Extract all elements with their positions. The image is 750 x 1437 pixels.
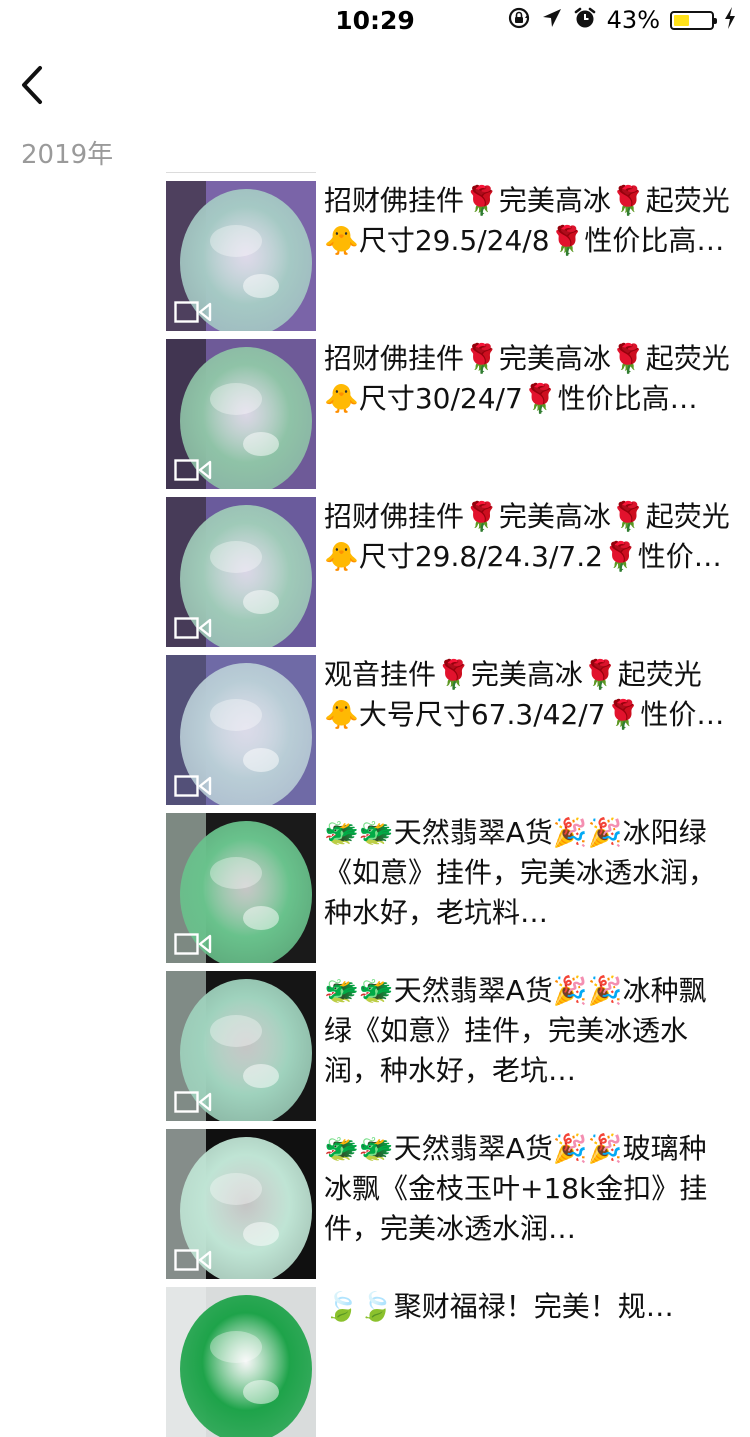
post-caption: 🐲🐲天然翡翠A货🎉🎉冰阳绿《如意》挂件，完美冰透水润，种水好，老坑料… bbox=[324, 816, 717, 929]
post-item[interactable]: 🍃🍃聚财福禄！完美！规… bbox=[166, 1287, 750, 1437]
chevron-left-icon bbox=[22, 66, 42, 104]
post-caption: 招财佛挂件🌹完美高冰🌹起荧光🐥尺寸29.8/24.3/7.2🌹性价… bbox=[324, 500, 730, 573]
post-caption: 🐲🐲天然翡翠A货🎉🎉冰种飘绿《如意》挂件，完美冰透水润，种水好，老坑… bbox=[324, 974, 707, 1087]
post-item[interactable]: 招财佛挂件🌹完美高冰🌹起荧光🐥尺寸29.5/24/8🌹性价比高… bbox=[166, 181, 750, 331]
charging-bolt-icon bbox=[724, 7, 736, 33]
battery-icon bbox=[670, 10, 717, 30]
post-thumbnail[interactable] bbox=[166, 971, 316, 1121]
post-caption: 观音挂件🌹完美高冰🌹起荧光🐥大号尺寸67.3/42/7🌹性价… bbox=[324, 658, 725, 731]
video-icon bbox=[174, 617, 212, 639]
video-icon bbox=[174, 1249, 212, 1271]
post-item[interactable]: 招财佛挂件🌹完美高冰🌹起荧光🐥尺寸30/24/7🌹性价比高… bbox=[166, 339, 750, 489]
status-indicators: 43% bbox=[507, 6, 736, 34]
post-item[interactable]: 观音挂件🌹完美高冰🌹起荧光🐥大号尺寸67.3/42/7🌹性价… bbox=[166, 655, 750, 805]
post-item[interactable]: 🐲🐲天然翡翠A货🎉🎉冰种飘绿《如意》挂件，完美冰透水润，种水好，老坑… bbox=[166, 971, 750, 1121]
post-caption: 🍃🍃聚财福禄！完美！规… bbox=[324, 1290, 674, 1323]
post-caption: 🐲🐲天然翡翠A货🎉🎉玻璃种冰飘《金枝玉叶+18k金扣》挂件，完美冰透水润… bbox=[324, 1132, 708, 1245]
location-arrow-icon bbox=[541, 7, 563, 33]
post-thumbnail[interactable] bbox=[166, 497, 316, 647]
battery-level-fill bbox=[674, 14, 689, 26]
post-thumbnail[interactable] bbox=[166, 181, 316, 331]
back-button[interactable] bbox=[16, 62, 56, 108]
status-bar: 10:29 43% bbox=[0, 0, 750, 40]
video-icon bbox=[174, 301, 212, 323]
post-thumbnail[interactable] bbox=[166, 655, 316, 805]
year-label: 2019年 bbox=[21, 140, 114, 170]
video-icon bbox=[174, 933, 212, 955]
post-thumbnail[interactable] bbox=[166, 339, 316, 489]
post-caption: 招财佛挂件🌹完美高冰🌹起荧光🐥尺寸30/24/7🌹性价比高… bbox=[324, 342, 730, 415]
battery-percent: 43% bbox=[606, 6, 660, 34]
video-icon bbox=[174, 1091, 212, 1113]
post-item[interactable]: 🐲🐲天然翡翠A货🎉🎉冰阳绿《如意》挂件，完美冰透水润，种水好，老坑料… bbox=[166, 813, 750, 963]
post-thumbnail[interactable] bbox=[166, 813, 316, 963]
alarm-clock-icon bbox=[573, 6, 597, 34]
post-thumbnail[interactable] bbox=[166, 1287, 316, 1437]
post-thumbnail[interactable] bbox=[166, 1129, 316, 1279]
post-item[interactable]: 招财佛挂件🌹完美高冰🌹起荧光🐥尺寸29.8/24.3/7.2🌹性价… bbox=[166, 497, 750, 647]
post-caption: 招财佛挂件🌹完美高冰🌹起荧光🐥尺寸29.5/24/8🌹性价比高… bbox=[324, 184, 730, 257]
video-icon bbox=[174, 775, 212, 797]
video-icon bbox=[174, 459, 212, 481]
rotation-lock-icon bbox=[507, 6, 531, 34]
post-item[interactable]: 🐲🐲天然翡翠A货🎉🎉玻璃种冰飘《金枝玉叶+18k金扣》挂件，完美冰透水润… bbox=[166, 1129, 750, 1279]
jade-pendant-image bbox=[166, 1287, 316, 1437]
battery-tip bbox=[714, 17, 717, 24]
divider bbox=[166, 172, 316, 173]
